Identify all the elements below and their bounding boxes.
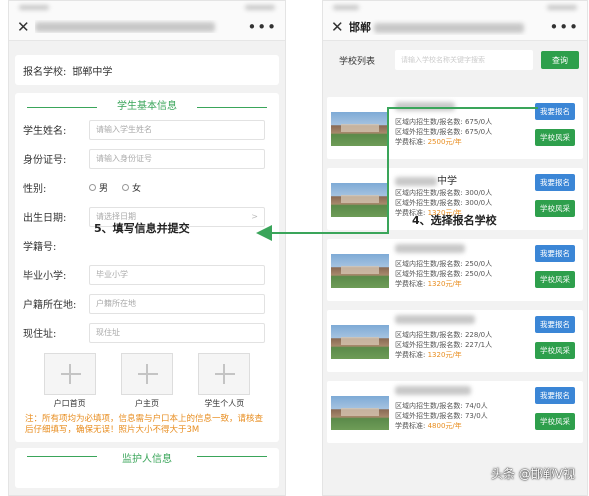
step4-annotation: 4、选择报名学校	[412, 214, 497, 227]
watermark: 头条 @邯郸V视	[490, 467, 575, 481]
step5-annotation: 5、填写信息并提交	[94, 222, 190, 235]
annotation-arrows	[256, 107, 538, 241]
